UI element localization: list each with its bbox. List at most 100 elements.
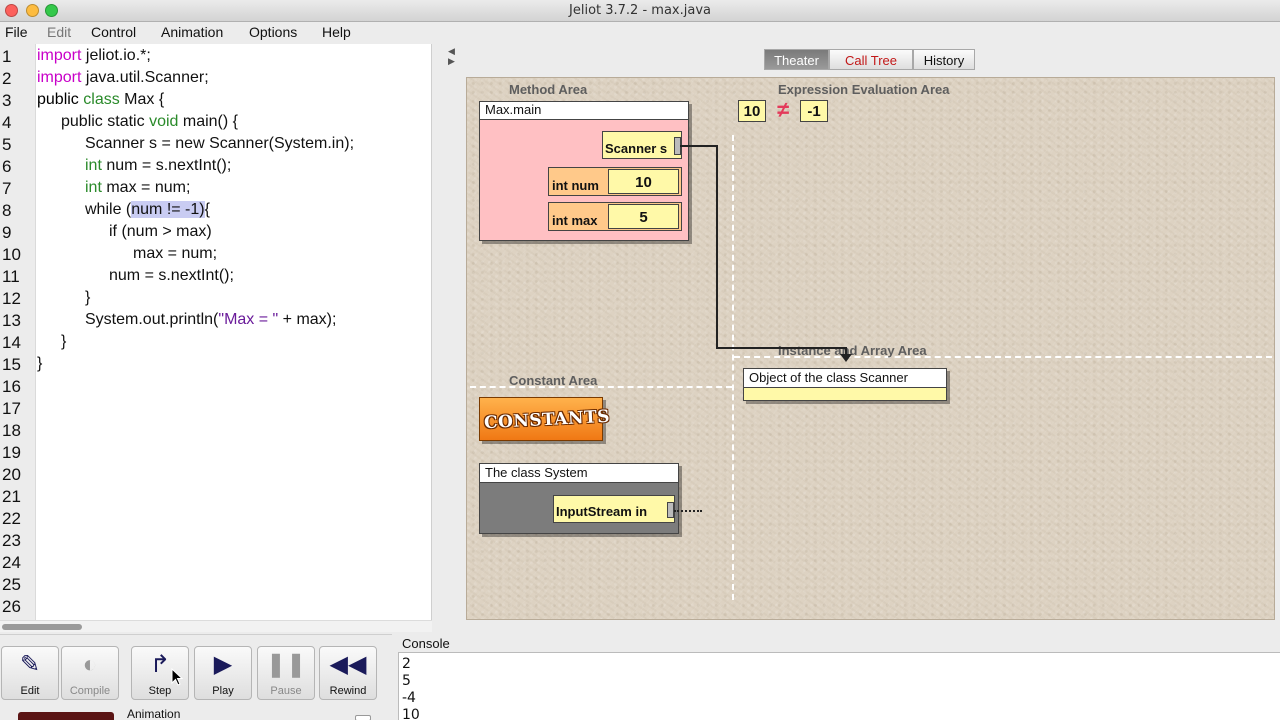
- line-number: 2: [2, 69, 12, 88]
- line-number: 18: [2, 421, 21, 440]
- pause-button[interactable]: ❚❚ Pause: [257, 646, 315, 700]
- line-number: 23: [2, 531, 21, 550]
- compile-button[interactable]: ◐ Compile: [61, 646, 119, 700]
- code-line: import java.util.Scanner;: [37, 69, 209, 86]
- variable-label: InputStream in: [556, 504, 648, 519]
- expression-right-operand: -1: [800, 100, 828, 122]
- code-line-current: while (num != -1){: [85, 201, 210, 218]
- scrollbar-thumb[interactable]: [2, 624, 82, 630]
- tab-history[interactable]: History: [913, 49, 975, 70]
- method-area-label: Method Area: [509, 82, 588, 97]
- line-number: 25: [2, 575, 21, 594]
- line-number: 20: [2, 465, 21, 484]
- null-reference-line: [674, 510, 702, 512]
- button-label: Play: [212, 685, 234, 697]
- line-number: 4: [2, 113, 12, 132]
- menu-file[interactable]: File: [5, 24, 28, 40]
- code-editor[interactable]: 1 2 3 4 5 6 7 8 9 10 11 12 13 14 15 16 17 18 19 20 21 22 23 24 2…: [0, 44, 432, 620]
- menu-options[interactable]: Options: [249, 24, 297, 40]
- expression-left-operand: 10: [738, 100, 766, 122]
- method-frame-title: Max.main: [479, 101, 689, 120]
- button-label: Pause: [270, 685, 302, 697]
- code-line: public static void main() {: [61, 113, 238, 130]
- area-divider-vertical: [732, 135, 734, 600]
- variable-scanner-s: Scanner s: [602, 131, 682, 159]
- expand-right-arrow-icon[interactable]: ▶: [448, 56, 455, 67]
- variable-value-num: 10: [608, 169, 679, 194]
- line-number: 1: [2, 47, 12, 66]
- play-icon: ▶: [213, 651, 233, 678]
- line-number: 26: [2, 597, 21, 616]
- menu-help[interactable]: Help: [322, 24, 351, 40]
- button-label: Edit: [20, 685, 40, 697]
- line-number: 19: [2, 443, 21, 462]
- constants-label: CONSTANTS: [483, 406, 611, 434]
- not-equals-operator-icon: ≠: [776, 97, 790, 122]
- reference-arrow-line: [716, 347, 846, 349]
- code-line: public class Max {: [37, 91, 165, 108]
- edit-button[interactable]: ✎ Edit: [1, 646, 59, 700]
- line-number: 15: [2, 355, 21, 374]
- tab-call-tree[interactable]: Call Tree: [829, 49, 913, 70]
- window-title: Jeliot 3.7.2 - max.java: [569, 3, 711, 18]
- line-number: 3: [2, 91, 12, 110]
- constant-area-label: Constant Area: [509, 373, 598, 388]
- constants-box: CONSTANTS: [479, 397, 610, 441]
- console-output[interactable]: 2 5 -4 10: [398, 652, 1280, 720]
- menu-animation[interactable]: Animation: [161, 24, 223, 40]
- menu-edit[interactable]: Edit: [47, 24, 71, 40]
- line-number: 6: [2, 157, 12, 176]
- pane-splitter[interactable]: ◀ ▶: [433, 44, 463, 634]
- code-line: }: [85, 289, 91, 306]
- reference-arrowhead-icon: [840, 354, 852, 362]
- code-line: int num = s.nextInt();: [85, 157, 232, 174]
- edit-icon: ✎: [19, 651, 41, 678]
- line-number: 21: [2, 487, 21, 506]
- code-line: if (num > max): [109, 223, 212, 240]
- compile-icon: ◐: [82, 651, 98, 678]
- animation-speed-slider[interactable]: [355, 715, 371, 720]
- animation-speed-label: Animation: [127, 707, 181, 720]
- console-line: 2: [402, 656, 411, 672]
- button-label: Rewind: [329, 685, 367, 697]
- code-line: import jeliot.io.*;: [37, 47, 151, 64]
- variable-value-max: 5: [608, 204, 679, 229]
- rewind-button[interactable]: ◀◀ Rewind: [319, 646, 377, 700]
- rewind-icon: ◀◀: [329, 651, 367, 678]
- tab-theater[interactable]: Theater: [764, 49, 829, 70]
- variable-label: int max: [552, 213, 598, 228]
- reference-arrow-line: [680, 145, 717, 147]
- line-number: 14: [2, 333, 21, 352]
- expression-area-label: Expression Evaluation Area: [778, 82, 950, 97]
- editor-horizontal-scrollbar[interactable]: [0, 620, 432, 632]
- line-number: 10: [2, 245, 21, 264]
- code-line: }: [37, 355, 43, 372]
- variable-label: int num: [552, 178, 599, 193]
- code-line: System.out.println("Max = " + max);: [85, 311, 337, 328]
- instance-area-label: Instance and Array Area: [778, 343, 927, 358]
- code-line: Scanner s = new Scanner(System.in);: [85, 135, 355, 152]
- menu-control[interactable]: Control: [91, 24, 136, 40]
- scanner-object-title: Object of the class Scanner: [743, 368, 947, 388]
- evaluated-expression-highlight: num != -1): [131, 201, 205, 218]
- console-label: Console: [402, 636, 450, 651]
- line-number: 5: [2, 135, 12, 154]
- line-number: 7: [2, 179, 12, 198]
- reference-handle: [667, 502, 674, 518]
- console-line: -4: [402, 690, 416, 706]
- line-number-gutter: 1 2 3 4 5 6 7 8 9 10 11 12 13 14 15 16 17 18 19 20 21 22 23 24 2…: [0, 44, 36, 620]
- system-field-inputstream-in: InputStream in: [553, 495, 675, 523]
- line-number: 24: [2, 553, 21, 572]
- pause-icon: ❚❚: [265, 651, 307, 678]
- line-number: 22: [2, 509, 21, 528]
- menu-bar: File Edit Control Animation Options Help: [0, 22, 1280, 44]
- play-button[interactable]: ▶ Play: [194, 646, 252, 700]
- variable-label: Scanner s: [605, 141, 668, 156]
- console-line: 10: [402, 707, 420, 720]
- line-number: 8: [2, 201, 12, 220]
- line-number: 12: [2, 289, 21, 308]
- line-number: 17: [2, 399, 21, 418]
- button-label: Step: [148, 685, 172, 697]
- mouse-cursor-icon: [171, 668, 183, 686]
- line-number: 16: [2, 377, 21, 396]
